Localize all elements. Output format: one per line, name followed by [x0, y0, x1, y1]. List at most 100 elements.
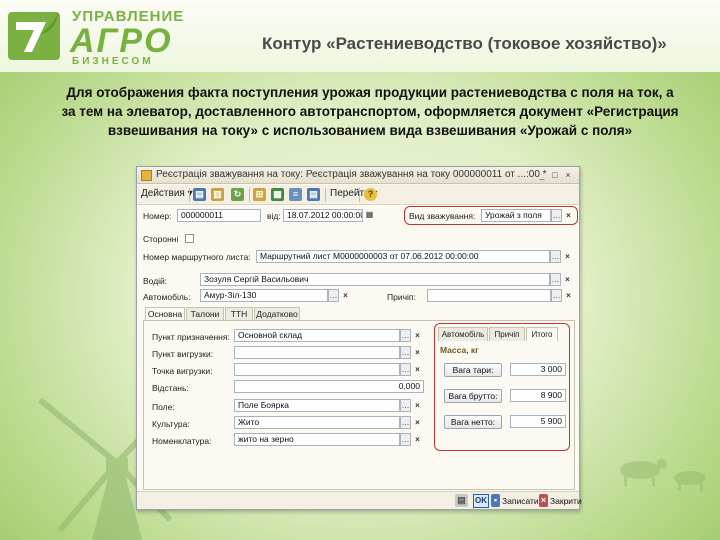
- gross-weight-field[interactable]: 8 900: [510, 389, 566, 402]
- destination-select-button[interactable]: …: [400, 329, 411, 342]
- movements-icon[interactable]: ≡: [289, 188, 302, 201]
- ok-button[interactable]: OK: [473, 494, 489, 508]
- document-icon: [141, 170, 152, 181]
- destination-clear-icon[interactable]: ×: [412, 329, 423, 342]
- minimize-button[interactable]: _: [537, 170, 547, 180]
- tare-weight-button[interactable]: Вага тари:: [444, 363, 502, 377]
- unload-point-field[interactable]: [234, 346, 400, 359]
- refresh-icon[interactable]: ↻: [231, 188, 244, 201]
- field-label: Точка вигрузки:: [152, 366, 213, 376]
- window-titlebar[interactable]: Реєстрація зважування на току: Реєстраці…: [137, 167, 579, 184]
- distance-field[interactable]: 0,000: [234, 380, 424, 393]
- close-button[interactable]: Закрити: [550, 495, 582, 508]
- gross-weight-button[interactable]: Вага брутто:: [444, 389, 502, 403]
- structure-icon[interactable]: ⊞: [253, 188, 266, 201]
- field-label: Номенклатура:: [152, 436, 212, 446]
- net-weight-button[interactable]: Вага нетто:: [444, 415, 502, 429]
- print-icon[interactable]: ▤: [455, 494, 468, 507]
- field-label: Пункт призначення:: [152, 332, 230, 342]
- save-icon: ▪: [491, 494, 500, 507]
- unload-point-select-button[interactable]: …: [400, 346, 411, 359]
- toolbar-separator: [359, 188, 360, 202]
- post-icon[interactable]: ▤: [193, 188, 206, 201]
- actions-menu[interactable]: Действия ▾: [141, 188, 193, 199]
- number-field[interactable]: 000000011: [177, 209, 261, 222]
- tare-weight-field[interactable]: 3 000: [510, 363, 566, 376]
- field-plot-select-button[interactable]: …: [400, 399, 411, 412]
- trailer-field[interactable]: [427, 289, 551, 302]
- field-label: Пункт вигрузки:: [152, 349, 214, 359]
- tab-waybill[interactable]: ТТН: [225, 307, 253, 321]
- tab-total[interactable]: Итого: [526, 327, 558, 341]
- field-plot-field[interactable]: Поле Боярка: [234, 399, 400, 412]
- driver-clear-icon[interactable]: ×: [562, 273, 573, 286]
- print-icon[interactable]: ▦: [271, 188, 284, 201]
- unload-spot-clear-icon[interactable]: ×: [412, 363, 423, 376]
- unload-point-clear-icon[interactable]: ×: [412, 346, 423, 359]
- trailer-select-button[interactable]: …: [551, 289, 562, 302]
- weigh-type-select-button[interactable]: …: [551, 209, 562, 222]
- report-icon[interactable]: ▤: [307, 188, 320, 201]
- calendar-icon[interactable]: ▦: [364, 209, 375, 222]
- close-window-button[interactable]: ×: [563, 170, 573, 180]
- crop-clear-icon[interactable]: ×: [412, 416, 423, 429]
- nomenclature-clear-icon[interactable]: ×: [412, 433, 423, 446]
- route-label: Номер маршрутного листа:: [143, 252, 251, 262]
- weigh-type-clear-icon[interactable]: ×: [563, 209, 574, 222]
- field-label: Поле:: [152, 402, 175, 412]
- unload-spot-select-button[interactable]: …: [400, 363, 411, 376]
- document-window: Реєстрація зважування на току: Реєстраці…: [136, 166, 582, 510]
- route-clear-icon[interactable]: ×: [562, 250, 573, 263]
- driver-select-button[interactable]: …: [550, 273, 561, 286]
- window-title: Реєстрація зважування на току: Реєстраці…: [156, 169, 547, 180]
- unpost-icon[interactable]: ▥: [211, 188, 224, 201]
- tab-coupons[interactable]: Талони: [186, 307, 224, 321]
- destination-field[interactable]: Основной склад: [234, 329, 400, 342]
- nomenclature-field[interactable]: жито на зерно: [234, 433, 400, 446]
- toolbar: Действия ▾ ▤ ▥ ↻ ⊞ ▦ ≡ ▤ Перейти ▾ ?: [137, 185, 579, 205]
- unload-spot-field[interactable]: [234, 363, 400, 376]
- date-field[interactable]: 18.07.2012 00:00:00: [283, 209, 363, 222]
- third-party-checkbox[interactable]: [185, 234, 194, 243]
- crop-field[interactable]: Жито: [234, 416, 400, 429]
- main-tab-panel: Пункт призначення: Основной склад … × Пу…: [143, 320, 575, 490]
- net-weight-field[interactable]: 5 900: [510, 415, 566, 428]
- nomenclature-select-button[interactable]: …: [400, 433, 411, 446]
- toolbar-separator: [189, 188, 190, 202]
- tab-additional[interactable]: Додатково: [254, 307, 300, 321]
- car-select-button[interactable]: …: [328, 289, 339, 302]
- logo-emblem-icon: [8, 12, 60, 60]
- close-icon: ×: [539, 494, 548, 507]
- tab-trailer[interactable]: Причіп: [489, 327, 525, 341]
- trailer-clear-icon[interactable]: ×: [563, 289, 574, 302]
- cows-icon: [620, 459, 706, 491]
- date-label: від:: [267, 211, 281, 221]
- car-label: Автомобіль:: [143, 292, 191, 302]
- weigh-type-label: Вид зважування:: [409, 211, 476, 221]
- mass-group-title: Масса, кг: [440, 345, 479, 355]
- driver-label: Водій:: [143, 276, 168, 286]
- route-select-button[interactable]: …: [550, 250, 561, 263]
- save-button[interactable]: Записати: [502, 495, 539, 508]
- third-party-label: Сторонні: [143, 234, 179, 244]
- tab-vehicle[interactable]: Автомобіль: [438, 327, 488, 341]
- car-clear-icon[interactable]: ×: [340, 289, 351, 302]
- tab-main[interactable]: Основна: [145, 307, 185, 321]
- weigh-type-field[interactable]: Урожай з поля: [481, 209, 551, 222]
- field-plot-clear-icon[interactable]: ×: [412, 399, 423, 412]
- toolbar-separator: [249, 188, 250, 202]
- mass-highlight: [434, 323, 570, 451]
- help-icon[interactable]: ?: [364, 188, 377, 201]
- maximize-button[interactable]: □: [550, 170, 560, 180]
- crop-select-button[interactable]: …: [400, 416, 411, 429]
- logo-line2: БИЗНЕСОМ: [72, 56, 154, 67]
- car-field[interactable]: Амур-Зіл-130: [200, 289, 328, 302]
- driver-field[interactable]: Зозуля Сергій Васильович: [200, 273, 550, 286]
- trailer-label: Причіп:: [387, 292, 416, 302]
- agro-logo: УПРАВЛЕНИЕ АГРО БИЗНЕСОМ: [6, 4, 206, 67]
- window-footer: ▤ OK ▪ Записати × Закрити: [137, 491, 582, 509]
- field-label: Культура:: [152, 419, 190, 429]
- route-field[interactable]: Маршрутний лист М0000000003 от 07.06.201…: [256, 250, 550, 263]
- slide-title: Контур «Растениеводство (токовое хозяйст…: [262, 34, 667, 53]
- slide-description: Для отображения факта поступления урожая…: [61, 85, 679, 138]
